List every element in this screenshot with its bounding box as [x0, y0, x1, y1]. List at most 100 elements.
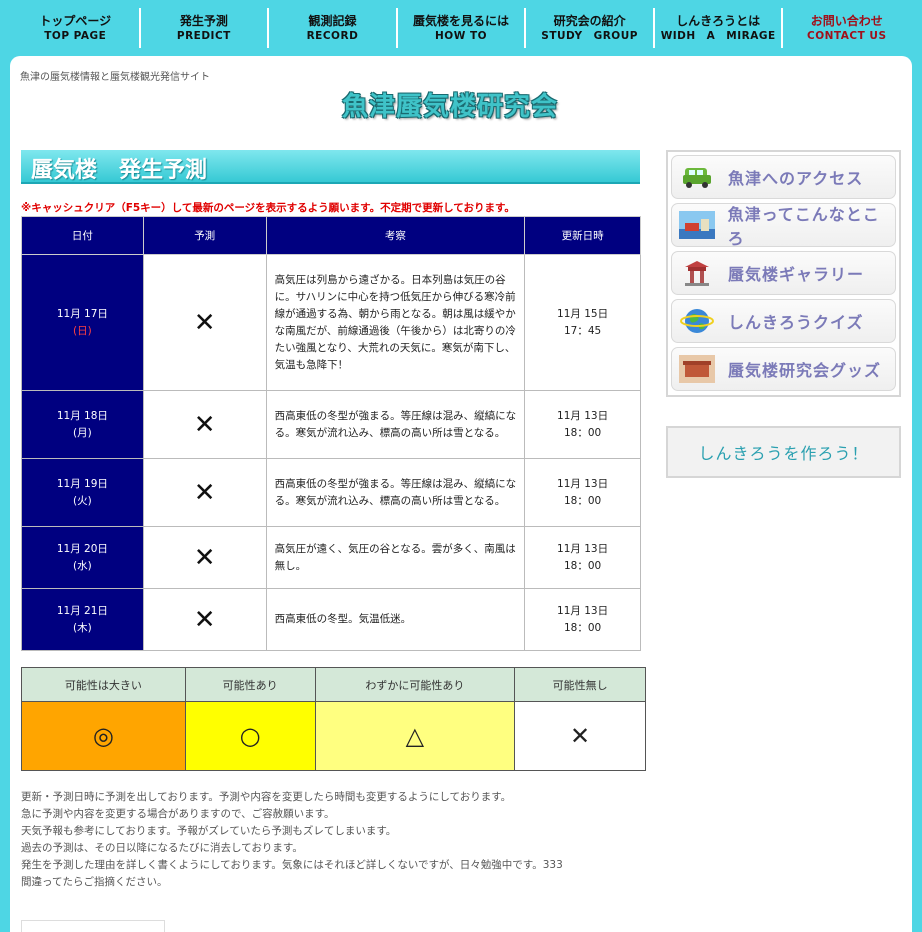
note-line: 天気予報も参考にしております。予報がズレていたら予測もズレてしまいます。 — [21, 825, 397, 837]
nav-label-jp: トップページ — [39, 13, 112, 28]
nav-label-jp: しんきろうとは — [676, 13, 761, 28]
note-line: 発生を予測した理由を詳しく書くようにしております。気象にはそれほど詳しくないです… — [21, 859, 563, 871]
table-row: 11月 20日 (水) ✕ 高気圧が遠く、気圧の谷となる。雲が多く、南風は無し。… — [21, 526, 641, 589]
nav-predict[interactable]: 発生予測 PREDICT — [141, 8, 270, 48]
content-panel: 魚津の蜃気楼情報と蜃気楼観光発信サイト 魚津蜃気楼研究会 蜃気楼 発生予測 ※キ… — [10, 56, 912, 932]
nav-label-en: CONTACT US — [807, 29, 887, 42]
note-line: 更新・予測日時に予測を出しております。予測や内容を変更したら時間も変更するように… — [21, 791, 512, 803]
nav-label-jp: 研究会の紹介 — [553, 13, 626, 28]
legend-symbol-high: ◎ — [21, 701, 186, 771]
site-tagline: 魚津の蜃気楼情報と蜃気楼観光発信サイト — [20, 72, 210, 83]
header-updated: 更新日時 — [524, 216, 641, 255]
legend-label: 可能性は大きい — [21, 667, 186, 702]
town-icon — [678, 210, 716, 240]
date-cell: 11月 20日 (水) — [21, 526, 144, 589]
forecast-header-row: 日付 予測 考察 更新日時 — [21, 216, 641, 255]
legend-header-row: 可能性は大きい 可能性あり わずかに可能性あり 可能性無し — [21, 667, 646, 702]
date-cell: 11月 17日 (日) — [21, 254, 144, 391]
prediction-symbol: ✕ — [142, 588, 267, 651]
sidebar-item-quiz[interactable]: しんきろうクイズ — [671, 299, 896, 343]
page-title: 蜃気楼 発生予測 — [31, 158, 208, 183]
nav-record[interactable]: 観測記録 RECORD — [269, 8, 398, 48]
updated-cell: 11月 13日 18：00 — [524, 390, 641, 459]
note-line: 過去の予測は、その日以降になるたびに消去しております。 — [21, 842, 303, 854]
bottom-box — [21, 920, 165, 932]
nav-mirage[interactable]: しんきろうとは WIDH A MIRAGE — [655, 8, 784, 48]
globe-icon — [678, 306, 716, 336]
updated-date: 11月 13日 — [557, 604, 609, 617]
updated-cell: 11月 13日 18：00 — [524, 588, 641, 651]
nav-contact[interactable]: お問い合わせ CONTACT US — [783, 8, 910, 48]
top-nav: トップページ TOP PAGE 発生予測 PREDICT 観測記録 RECORD… — [12, 8, 910, 48]
make-mirage-button[interactable]: しんきろうを作ろう！ — [666, 426, 901, 478]
notes-block: 更新・予測日時に予測を出しております。予測や内容を変更したら時間も変更するように… — [21, 789, 563, 891]
legend-table: 可能性は大きい 可能性あり わずかに可能性あり 可能性無し ◎ ○ △ ✕ — [21, 667, 646, 771]
legend-symbol-none: ✕ — [514, 701, 646, 771]
gallery-icon — [678, 258, 716, 288]
nav-label-jp: 観測記録 — [308, 13, 357, 28]
observation-text: 高気圧が遠く、気圧の谷となる。雲が多く、南風は無し。 — [265, 526, 526, 589]
section-title-bar: 蜃気楼 発生予測 — [21, 150, 640, 184]
sidebar-item-label: 蜃気楼ギャラリー — [728, 265, 865, 284]
updated-date: 11月 13日 — [557, 477, 609, 490]
weekday-text: (火) — [73, 494, 92, 507]
table-row: 11月 17日 (日) ✕ 高気圧は列島から遠ざかる。日本列島は気圧の谷に。サハ… — [21, 254, 641, 391]
sidebar-item-town[interactable]: 魚津ってこんなところ — [671, 203, 896, 248]
sidebar-item-label: 蜃気楼研究会グッズ — [728, 361, 882, 380]
nav-label-jp: 蜃気楼を見るには — [413, 13, 510, 28]
updated-time: 18：00 — [563, 621, 602, 634]
weekday-text: (月) — [73, 426, 92, 439]
date-text: 11月 18日 — [56, 409, 108, 422]
nav-label-en: TOP PAGE — [44, 29, 107, 42]
date-cell: 11月 21日 (木) — [21, 588, 144, 651]
updated-time: 18：00 — [563, 426, 602, 439]
car-icon — [678, 162, 716, 192]
date-cell: 11月 18日 (月) — [21, 390, 144, 459]
date-text: 11月 20日 — [56, 542, 108, 555]
updated-date: 11月 15日 — [557, 307, 609, 320]
sidebar-item-access[interactable]: 魚津へのアクセス — [671, 155, 896, 199]
table-row: 11月 18日 (月) ✕ 西高東低の冬型が強まる。等圧線は混み、縦縞になる。寒… — [21, 390, 641, 459]
legend-label: 可能性無し — [514, 667, 646, 702]
date-text: 11月 17日 — [56, 307, 108, 320]
legend-symbol-row: ◎ ○ △ ✕ — [21, 701, 646, 771]
updated-cell: 11月 13日 18：00 — [524, 458, 641, 527]
prediction-symbol: ✕ — [142, 390, 267, 459]
date-text: 11月 21日 — [56, 604, 108, 617]
header-date: 日付 — [21, 216, 144, 255]
goods-icon — [678, 354, 716, 384]
weekday-text: (水) — [73, 559, 92, 572]
sidebar-item-label: しんきろうクイズ — [728, 313, 864, 332]
table-row: 11月 21日 (木) ✕ 西高東低の冬型。気温低迷。 11月 13日 18：0… — [21, 588, 641, 651]
updated-time: 18：00 — [563, 494, 602, 507]
weekday-text: (日) — [73, 324, 92, 337]
nav-label-jp: 発生予測 — [179, 13, 228, 28]
date-cell: 11月 19日 (火) — [21, 458, 144, 527]
nav-label-en: HOW TO — [435, 29, 488, 42]
updated-time: 18：00 — [563, 559, 602, 572]
updated-time: 17：45 — [563, 324, 602, 337]
sidebar-item-goods[interactable]: 蜃気楼研究会グッズ — [671, 347, 896, 391]
observation-text: 西高東低の冬型が強まる。等圧線は混み、縦縞になる。寒気が流れ込み、標高の高い所は… — [265, 390, 526, 459]
nav-how-to[interactable]: 蜃気楼を見るには HOW TO — [398, 8, 527, 48]
nav-top-page[interactable]: トップページ TOP PAGE — [12, 8, 141, 48]
sidebar-item-gallery[interactable]: 蜃気楼ギャラリー — [671, 251, 896, 295]
nav-label-en: STUDY GROUP — [541, 29, 638, 42]
table-row: 11月 19日 (火) ✕ 西高東低の冬型が強まる。等圧線は混み、縦縞になる。寒… — [21, 458, 641, 527]
prediction-symbol: ✕ — [142, 254, 267, 391]
updated-date: 11月 13日 — [557, 409, 609, 422]
forecast-table: 日付 予測 考察 更新日時 11月 17日 (日) ✕ 高気圧は列島から遠ざかる… — [21, 216, 641, 651]
nav-study-group[interactable]: 研究会の紹介 STUDY GROUP — [526, 8, 655, 48]
legend-label: 可能性あり — [184, 667, 316, 702]
legend-symbol-slight: △ — [314, 701, 516, 771]
site-logo[interactable]: 魚津蜃気楼研究会 — [342, 86, 558, 123]
nav-label-jp: お問い合わせ — [810, 13, 883, 28]
nav-label-en: RECORD — [306, 29, 359, 42]
prediction-symbol: ✕ — [142, 458, 267, 527]
note-line: 間違ってたらご指摘ください。 — [21, 876, 168, 888]
header-prediction: 予測 — [142, 216, 267, 255]
updated-cell: 11月 13日 18：00 — [524, 526, 641, 589]
sidebar-item-label: 魚津ってこんなところ — [727, 205, 880, 248]
updated-date: 11月 13日 — [557, 542, 609, 555]
note-line: 急に予測や内容を変更する場合がありますので、ご容赦願います。 — [21, 808, 335, 820]
